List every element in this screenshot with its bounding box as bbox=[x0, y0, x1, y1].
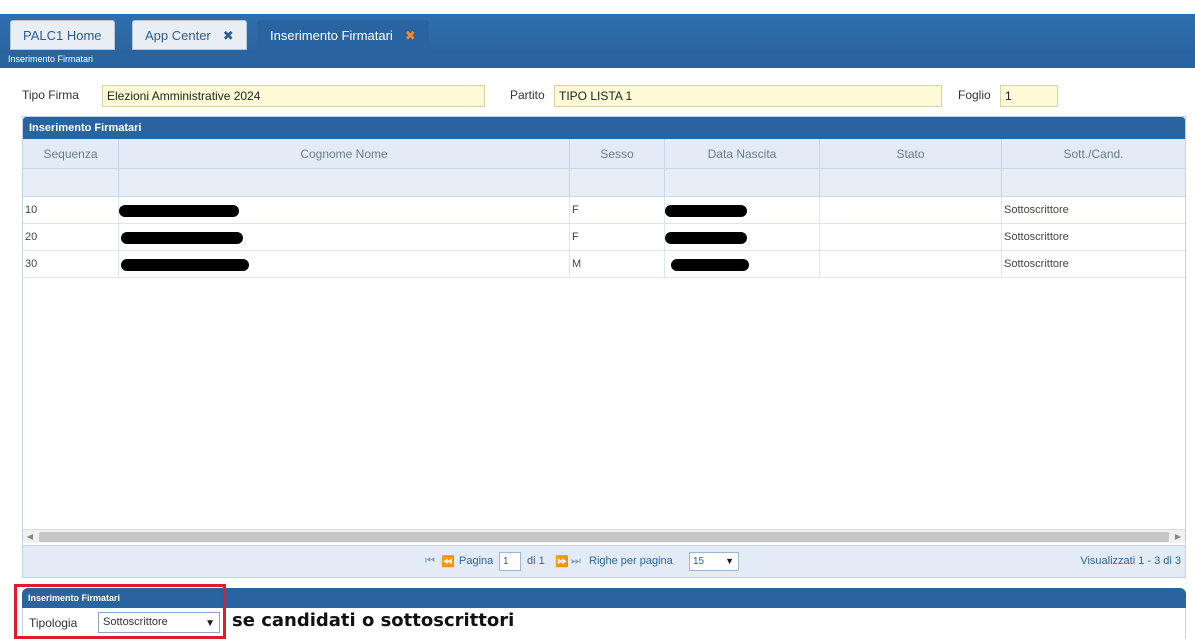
prev-page-icon[interactable]: ⏪ bbox=[441, 555, 455, 568]
filter-cell[interactable] bbox=[570, 169, 665, 197]
page-subheader: Inserimento Firmatari bbox=[0, 50, 1195, 68]
cell-data-nascita bbox=[665, 251, 820, 278]
grid-header-row: Sequenza Cognome Nome Sesso Data Nascita… bbox=[23, 139, 1185, 169]
filter-cell[interactable] bbox=[1002, 169, 1185, 197]
cell-sequenza: 20 bbox=[23, 224, 119, 251]
table-row[interactable]: 30 M Sottoscrittore bbox=[23, 251, 1185, 278]
cell-data-nascita bbox=[665, 197, 820, 224]
column-header-sesso[interactable]: Sesso bbox=[570, 139, 665, 169]
redaction-mark bbox=[665, 232, 747, 244]
redaction-mark bbox=[119, 205, 239, 217]
redaction-mark bbox=[665, 205, 747, 217]
horizontal-scrollbar[interactable]: ◀ ▶ bbox=[23, 529, 1185, 543]
page-count: di 1 bbox=[527, 555, 545, 567]
column-header-sott-cand[interactable]: Sott./Cand. bbox=[1002, 139, 1185, 169]
scroll-left-icon[interactable]: ◀ bbox=[23, 530, 37, 544]
redaction-mark bbox=[121, 259, 249, 271]
tab-label: PALC1 Home bbox=[23, 28, 102, 43]
column-header-sequenza[interactable]: Sequenza bbox=[23, 139, 119, 169]
cell-stato bbox=[820, 197, 1002, 224]
grid-filter-row bbox=[23, 169, 1185, 197]
grid-title: Inserimento Firmatari bbox=[23, 117, 1185, 139]
rows-per-page-select[interactable]: 15 ▼ bbox=[689, 552, 739, 571]
table-row[interactable]: 10 F Sottoscrittore bbox=[23, 197, 1185, 224]
scroll-right-icon[interactable]: ▶ bbox=[1171, 530, 1185, 544]
cell-sesso: F bbox=[570, 224, 665, 251]
cell-stato bbox=[820, 224, 1002, 251]
redaction-mark bbox=[121, 232, 243, 244]
next-page-icon[interactable]: ⏩ bbox=[555, 555, 569, 568]
filter-cell[interactable] bbox=[23, 169, 119, 197]
foglio-label: Foglio bbox=[958, 88, 991, 102]
close-icon[interactable]: ✖ bbox=[223, 28, 234, 43]
first-page-icon[interactable]: ⏮ bbox=[425, 555, 435, 568]
rows-per-page-label: Righe per pagina bbox=[589, 555, 673, 567]
tab-inserimento-firmatari[interactable]: Inserimento Firmatari ✖ bbox=[257, 20, 429, 50]
tab-label: Inserimento Firmatari bbox=[270, 28, 393, 43]
cell-cognome-nome bbox=[119, 224, 570, 251]
cell-sequenza: 10 bbox=[23, 197, 119, 224]
column-header-cognome-nome[interactable]: Cognome Nome bbox=[119, 139, 570, 169]
cell-sott-cand: Sottoscrittore bbox=[1004, 258, 1069, 270]
filter-cell[interactable] bbox=[119, 169, 570, 197]
header-form: Tipo Firma Elezioni Amministrative 2024 … bbox=[0, 84, 1195, 108]
cell-sesso: M bbox=[570, 251, 665, 278]
tipo-firma-field[interactable]: Elezioni Amministrative 2024 bbox=[102, 85, 485, 107]
records-summary: Visualizzati 1 - 3 di 3 bbox=[1080, 555, 1181, 567]
tab-bar: PALC1 Home App Center ✖ Inserimento Firma… bbox=[0, 0, 1195, 56]
filter-cell[interactable] bbox=[820, 169, 1002, 197]
filter-cell[interactable] bbox=[665, 169, 820, 197]
rows-per-page-value: 15 bbox=[693, 556, 705, 567]
last-page-icon[interactable]: ⏭ bbox=[571, 555, 581, 568]
cell-sott-cand: Sottoscrittore bbox=[1004, 231, 1069, 243]
tipo-firma-label: Tipo Firma bbox=[22, 88, 79, 102]
partito-label: Partito bbox=[510, 88, 545, 102]
close-icon[interactable]: ✖ bbox=[405, 28, 416, 43]
grid-body: 10 F Sottoscrittore 20 F Sottoscrittore bbox=[23, 197, 1185, 278]
chevron-down-icon: ▼ bbox=[725, 556, 734, 566]
page-label: Pagina bbox=[459, 555, 494, 567]
pagination-bar: ⏮ ⏪ Pagina 1 di 1 ⏩ ⏭ Righe per pagina 1… bbox=[23, 545, 1185, 577]
tab-label: App Center bbox=[145, 28, 211, 43]
cell-stato bbox=[820, 251, 1002, 278]
cell-cognome-nome bbox=[119, 197, 570, 224]
annotation-note: se candidati o sottoscrittori bbox=[232, 610, 515, 631]
tab-palc1-home[interactable]: PALC1 Home bbox=[10, 20, 115, 50]
cell-sesso: F bbox=[570, 197, 665, 224]
scrollbar-thumb[interactable] bbox=[39, 532, 1169, 542]
cell-sott-cand: Sottoscrittore bbox=[1004, 204, 1069, 216]
firmatari-grid-panel: Inserimento Firmatari Sequenza Cognome N… bbox=[22, 116, 1186, 578]
cell-cognome-nome bbox=[119, 251, 570, 278]
table-row[interactable]: 20 F Sottoscrittore bbox=[23, 224, 1185, 251]
tab-app-center[interactable]: App Center ✖ bbox=[132, 20, 247, 50]
cell-sequenza: 30 bbox=[23, 251, 119, 278]
foglio-field[interactable]: 1 bbox=[1000, 85, 1058, 107]
page-number-input[interactable]: 1 bbox=[499, 552, 521, 571]
redaction-mark bbox=[671, 259, 749, 271]
column-header-data-nascita[interactable]: Data Nascita bbox=[665, 139, 820, 169]
column-header-stato[interactable]: Stato bbox=[820, 139, 1002, 169]
cell-data-nascita bbox=[665, 224, 820, 251]
highlight-annotation-box bbox=[14, 584, 226, 639]
partito-field[interactable]: TIPO LISTA 1 bbox=[554, 85, 942, 107]
